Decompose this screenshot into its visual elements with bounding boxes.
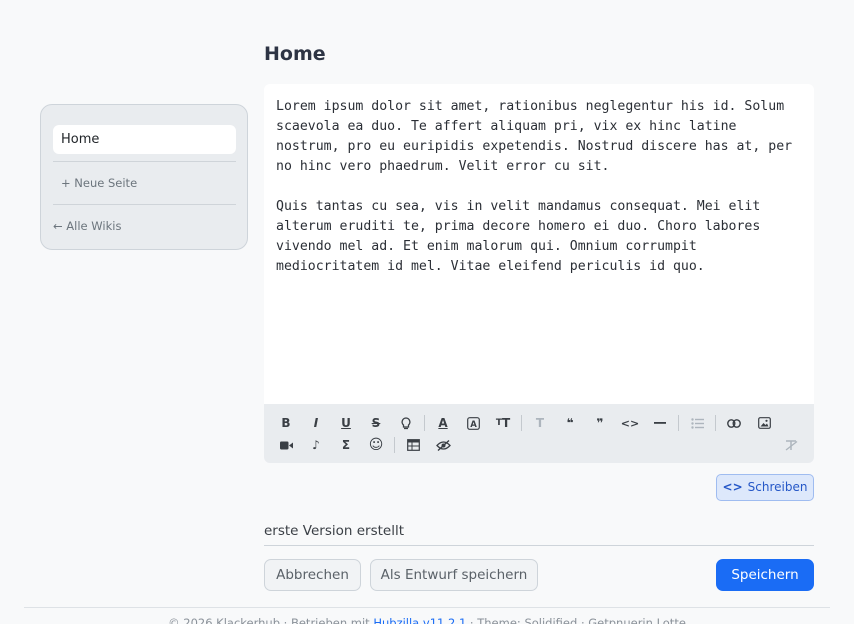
- code-icon: <>: [722, 480, 743, 494]
- image-icon[interactable]: [753, 413, 775, 433]
- footer-prefix: © 2026 Klackerhub · Betrieben mit: [168, 616, 374, 624]
- strikethrough-icon[interactable]: S: [365, 413, 387, 433]
- page-title: Home: [264, 43, 326, 65]
- write-toggle-button[interactable]: <> Schreiben: [716, 474, 814, 501]
- underline-icon[interactable]: U: [335, 413, 357, 433]
- audio-icon[interactable]: ♪: [305, 435, 327, 455]
- italic-icon[interactable]: I: [305, 413, 327, 433]
- sidebar-item-home[interactable]: Home: [53, 125, 236, 154]
- sidebar-divider: [53, 161, 236, 162]
- link-icon[interactable]: [723, 413, 745, 433]
- svg-text:A: A: [470, 420, 477, 430]
- footer: © 2026 Klackerhub · Betrieben mit Hubzil…: [0, 616, 854, 624]
- wiki-editor[interactable]: Lorem ipsum dolor sit amet, rationibus n…: [264, 84, 814, 404]
- font-size-icon[interactable]: TT: [492, 413, 514, 433]
- sidebar-divider: [53, 204, 236, 205]
- cancel-button[interactable]: Abbrechen: [264, 559, 361, 591]
- font-color-icon[interactable]: A: [432, 413, 454, 433]
- sigma-icon[interactable]: Σ: [335, 435, 357, 455]
- save-draft-button[interactable]: Als Entwurf speichern: [370, 559, 538, 591]
- table-icon[interactable]: [402, 435, 424, 455]
- hubzilla-version-link[interactable]: Hubzilla v11.2.1: [373, 616, 466, 624]
- editor-content[interactable]: Lorem ipsum dolor sit amet, rationibus n…: [276, 97, 806, 277]
- editor-toolbar: B I U S A A TT T ❝ ❞ <> ♪ Σ ☺: [264, 404, 814, 463]
- bold-icon[interactable]: B: [275, 413, 297, 433]
- all-wikis-link[interactable]: ← Alle Wikis: [53, 219, 121, 233]
- write-toggle-label: Schreiben: [747, 480, 808, 494]
- quote-icon[interactable]: ❝: [559, 413, 581, 433]
- blockquote-icon[interactable]: ❞: [589, 413, 611, 433]
- spoiler-icon[interactable]: [432, 435, 454, 455]
- save-button[interactable]: Speichern: [716, 559, 814, 591]
- toolbar-separator: [424, 415, 425, 431]
- emoji-icon[interactable]: ☺: [365, 435, 387, 455]
- code-icon[interactable]: <>: [619, 413, 641, 433]
- clear-format-icon[interactable]: [780, 435, 802, 455]
- highlight-icon[interactable]: [395, 413, 417, 433]
- toolbar-separator: [678, 415, 679, 431]
- footer-divider: [24, 607, 830, 608]
- new-page-link[interactable]: + Neue Seite: [61, 176, 137, 190]
- footer-suffix: · Theme: Solidified · Getpnuerin Lotte: [466, 616, 686, 624]
- horizontal-rule-icon[interactable]: [649, 413, 671, 433]
- font-background-icon[interactable]: A: [462, 413, 484, 433]
- toolbar-separator: [394, 437, 395, 453]
- toolbar-separator: [715, 415, 716, 431]
- list-icon[interactable]: [686, 413, 708, 433]
- toolbar-separator: [521, 415, 522, 431]
- commit-message-input[interactable]: [264, 517, 814, 546]
- video-icon[interactable]: [275, 435, 297, 455]
- heading-icon[interactable]: T: [529, 413, 551, 433]
- wiki-sidebar: Home + Neue Seite ← Alle Wikis: [40, 104, 248, 250]
